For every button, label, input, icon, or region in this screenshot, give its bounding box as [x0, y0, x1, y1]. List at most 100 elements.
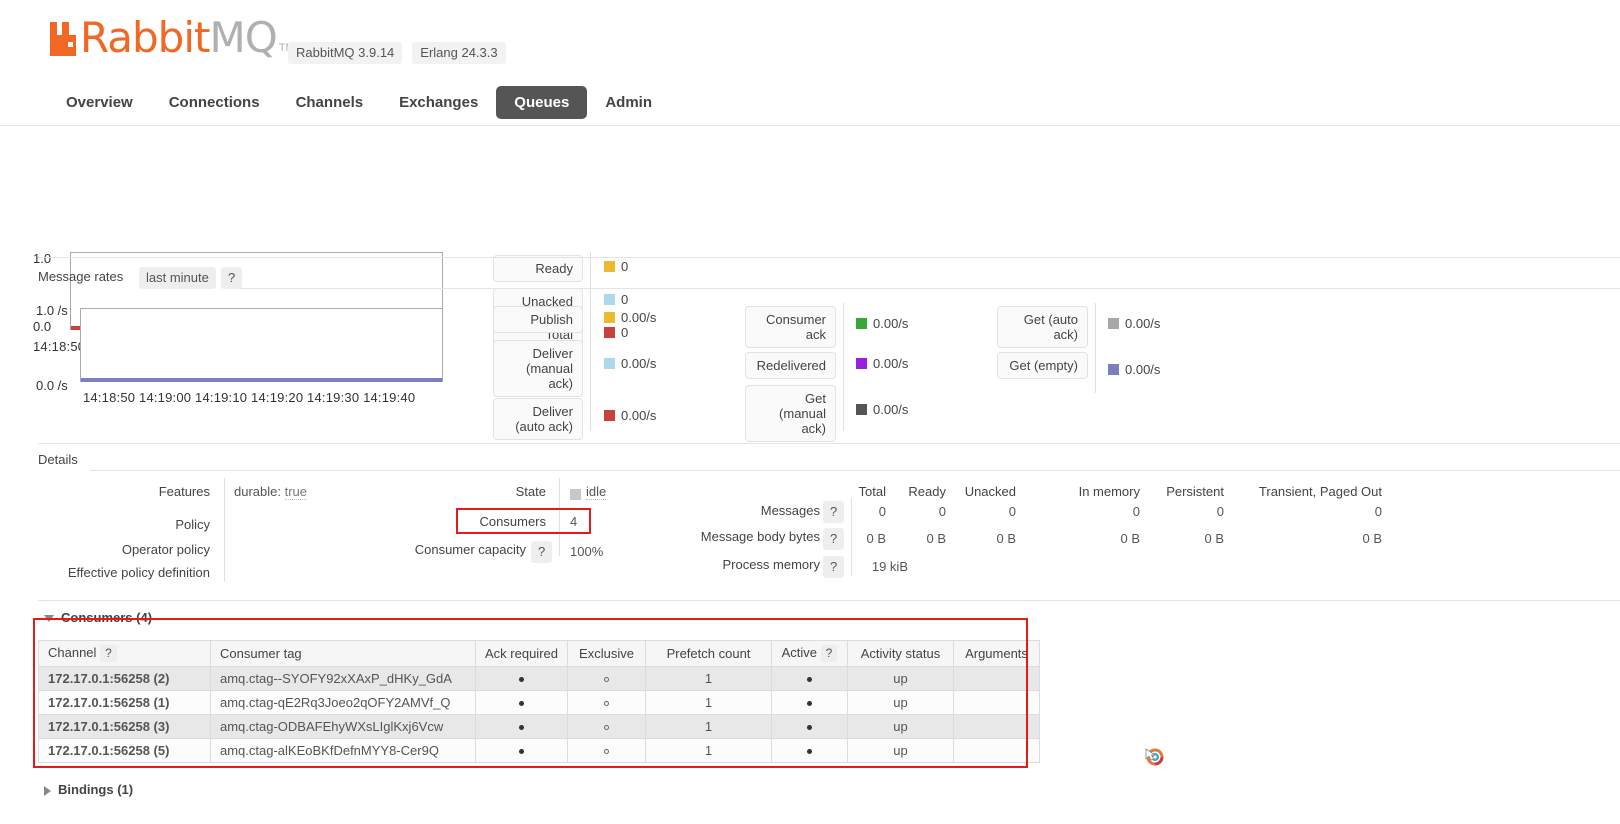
rate-button-redelivered[interactable]: Redelivered: [745, 352, 836, 379]
message-rates-divider: [240, 288, 1620, 289]
rate-button-get-auto-ack[interactable]: Get (auto ack): [997, 306, 1088, 348]
filled-dot-icon: [807, 749, 812, 755]
messages-unacked: 0: [1008, 504, 1016, 519]
row-channel[interactable]: 172.17.0.1:56258 (2): [38, 666, 211, 692]
table-row[interactable]: 172.17.0.1:56258 (1) amq.ctag-qE2Rq3Joeo…: [38, 690, 1040, 716]
row-ack-required: [475, 666, 568, 692]
row-channel[interactable]: 172.17.0.1:56258 (3): [38, 714, 211, 740]
rates-col1-divider: [590, 303, 591, 431]
stats-row-label-process-memory: Process memory: [722, 557, 820, 572]
row-active: [771, 714, 848, 740]
swatch-deliver-manual-ack: [604, 358, 615, 369]
stats-col-ready: Ready: [908, 484, 946, 499]
filled-dot-icon: [519, 749, 524, 755]
empty-dot-icon: [604, 701, 609, 707]
detail-label-features: Features: [158, 484, 210, 499]
row-ack-required: [475, 714, 568, 740]
rate-button-publish[interactable]: Publish: [493, 306, 583, 333]
bindings-section-toggle[interactable]: Bindings (1): [44, 782, 133, 797]
details-mid-divider: [559, 478, 560, 556]
detail-label-operator-policy: Operator policy: [121, 542, 210, 557]
table-row[interactable]: 172.17.0.1:56258 (2) amq.ctag--SYOFY92xX…: [38, 666, 1040, 692]
row-active: [771, 666, 848, 692]
swatch-total: [604, 327, 615, 338]
consumers-section-title: Consumers (4): [61, 610, 153, 625]
row-arguments: [953, 666, 1040, 692]
rate-button-consumer-ack[interactable]: Consumer ack: [745, 306, 836, 348]
table-row[interactable]: 172.17.0.1:56258 (3) amq.ctag-ODBAFEhyWX…: [38, 714, 1040, 740]
col-header-ack-required[interactable]: Ack required: [475, 639, 568, 668]
row-exclusive: [567, 690, 646, 716]
messages-transient: 0: [1374, 504, 1382, 519]
row-exclusive: [567, 666, 646, 692]
logo-text-rabbit: Rabbit: [80, 13, 210, 62]
consumers-section-toggle[interactable]: Consumers (4): [44, 610, 152, 625]
col-header-prefetch-count[interactable]: Prefetch count: [645, 639, 772, 668]
swatch-deliver-auto-ack: [604, 410, 615, 421]
col-header-active[interactable]: Active ?: [771, 639, 848, 668]
empty-dot-icon: [604, 677, 609, 683]
rate-button-deliver-auto-ack[interactable]: Deliver (auto ack): [493, 398, 583, 440]
nav-item-connections[interactable]: Connections: [151, 86, 278, 119]
col-header-arguments[interactable]: Arguments: [953, 639, 1040, 668]
rate-value-redelivered: 0.00/s: [873, 356, 909, 371]
rate-button-get-empty[interactable]: Get (empty): [997, 352, 1088, 379]
rate-value-deliver-manual-ack: 0.00/s: [621, 356, 657, 371]
messages-in-memory: 0: [1132, 504, 1140, 519]
detail-label-effective-policy: Effective policy definition: [67, 565, 210, 580]
row-activity-status: up: [847, 690, 954, 716]
row-channel[interactable]: 172.17.0.1:56258 (5): [38, 738, 211, 764]
nav-item-channels[interactable]: Channels: [278, 86, 382, 119]
row-ack-required: [475, 690, 568, 716]
rates-x-axis-ticks: 14:18:50 14:19:00 14:19:10 14:19:20 14:1…: [83, 390, 416, 405]
col-header-channel[interactable]: Channel ?: [38, 639, 211, 668]
detail-state-value: idle: [586, 484, 607, 500]
row-consumer-tag: amq.ctag-alKEoBKfDefnMYY8-Cer9Q: [210, 738, 476, 764]
nav-item-admin[interactable]: Admin: [587, 86, 670, 119]
version-pills: RabbitMQ 3.9.14 Erlang 24.3.3: [288, 42, 506, 64]
bytes-total: 0 B: [866, 531, 886, 546]
col-header-exclusive[interactable]: Exclusive: [567, 639, 646, 668]
col-header-activity-status[interactable]: Activity status: [847, 639, 954, 668]
bytes-ready: 0 B: [926, 531, 946, 546]
row-activity-status: up: [847, 738, 954, 764]
rate-button-get-manual-ack[interactable]: Get (manual ack): [745, 385, 836, 442]
detail-features-value: durable: true: [234, 484, 308, 500]
nav-item-overview[interactable]: Overview: [48, 86, 151, 119]
detail-label-policy: Policy: [175, 517, 210, 532]
rate-button-deliver-manual-ack[interactable]: Deliver (manual ack): [493, 340, 583, 397]
bytes-persistent: 0 B: [1204, 531, 1224, 546]
table-row[interactable]: 172.17.0.1:56258 (5) amq.ctag-alKEoBKfDe…: [38, 738, 1040, 764]
consumer-capacity-help-icon[interactable]: ?: [531, 541, 553, 563]
consumers-divider-top: [38, 600, 1620, 601]
col-header-consumer-tag[interactable]: Consumer tag: [210, 639, 476, 668]
rate-value-get-empty: 0.00/s: [1125, 362, 1161, 377]
stats-row-label-messages: Messages: [760, 503, 820, 518]
swatch-publish: [604, 312, 615, 323]
messages-ready: 0: [938, 504, 946, 519]
active-help-icon[interactable]: ?: [820, 645, 838, 663]
nav-item-exchanges[interactable]: Exchanges: [381, 86, 496, 119]
swatch-unacked: [604, 294, 615, 305]
messages-persistent: 0: [1216, 504, 1224, 519]
channel-help-icon[interactable]: ?: [100, 645, 117, 663]
chevron-right-icon: [44, 785, 51, 796]
swatch-ready: [604, 261, 615, 272]
bindings-section-title: Bindings (1): [58, 782, 134, 797]
row-prefetch: 1: [645, 666, 772, 692]
logo-text-mq: MQ: [209, 13, 277, 62]
rabbitmq-logo[interactable]: RabbitMQ TM: [48, 17, 295, 59]
message-rates-help-icon[interactable]: ?: [221, 267, 243, 289]
queued-y-min-label: 0.0: [33, 319, 52, 334]
filled-dot-icon: [807, 701, 812, 707]
legend-value-ready: 0: [621, 259, 629, 274]
filled-dot-icon: [807, 725, 812, 731]
detail-label-consumer-capacity: Consumer capacity: [414, 542, 526, 557]
message-rates-period-selector[interactable]: last minute: [139, 267, 216, 289]
bytes-unacked: 0 B: [996, 531, 1016, 546]
nav-item-queues[interactable]: Queues: [496, 86, 588, 119]
legend-button-ready[interactable]: Ready: [493, 255, 583, 282]
legend-value-unacked: 0: [621, 292, 629, 307]
swatch-get-empty: [1108, 364, 1119, 375]
row-channel[interactable]: 172.17.0.1:56258 (1): [38, 690, 211, 716]
